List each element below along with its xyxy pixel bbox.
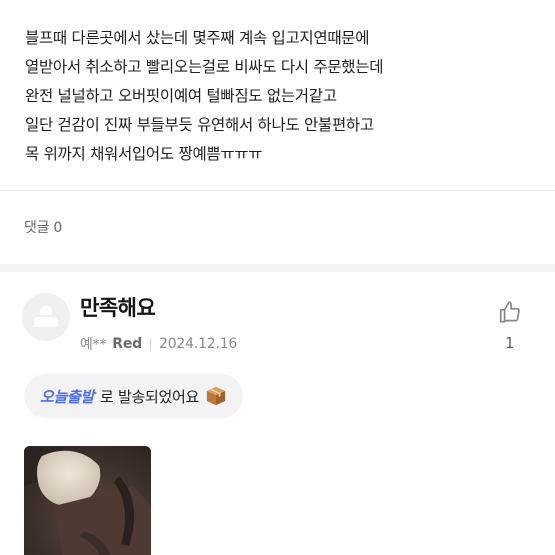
shipping-badge: 오늘출발 로 발송되었어요 [24, 374, 243, 418]
color-option: Red [112, 336, 142, 352]
comments-count: 0 [53, 220, 63, 236]
review-text-line: 완전 널널하고 오버핏이예여 털빠짐도 없는거같고 [25, 87, 337, 105]
meta-divider [149, 337, 151, 351]
review-photo[interactable] [24, 446, 151, 555]
package-box-icon [205, 385, 227, 407]
shipping-text: 로 발송되었어요 [100, 387, 199, 406]
review-card: 만족해요 예** Red 2024.12.16 1 오늘출발 로 발송되었어요 [0, 272, 555, 555]
review-date: 2024.12.16 [158, 336, 238, 352]
comments-section: 댓글 0 [0, 190, 555, 264]
review-text-line: 열받아서 취소하고 빨리오는걸로 비싸도 다시 주문했는데 [25, 58, 384, 76]
review-text-line: 목 위까지 채워서입어도 짱예쁨ㅠㅠㅠ [25, 145, 263, 163]
reviewer-name: 예** [80, 337, 107, 353]
comments-button[interactable]: 댓글 0 [24, 217, 62, 237]
comments-label: 댓글 [24, 220, 50, 236]
review-text-line: 블프때 다른곳에서 샀는데 몇주째 계속 입고지연때문에 [25, 29, 370, 47]
review-body: 블프때 다른곳에서 샀는데 몇주째 계속 입고지연때문에 열받아서 취소하고 빨… [25, 24, 535, 169]
review-meta: 예** Red 2024.12.16 [80, 334, 237, 354]
section-divider [0, 264, 555, 272]
thumbs-up-icon[interactable] [497, 299, 523, 325]
like-count: 1 [505, 334, 515, 352]
shipping-brand: 오늘출발 [40, 387, 95, 406]
review-text-line: 일단 걷감이 진짜 부들부듯 유연해서 하나도 안불편하고 [25, 116, 374, 134]
review-title: 만족해요 [80, 296, 156, 320]
person-avatar-icon [22, 293, 70, 341]
